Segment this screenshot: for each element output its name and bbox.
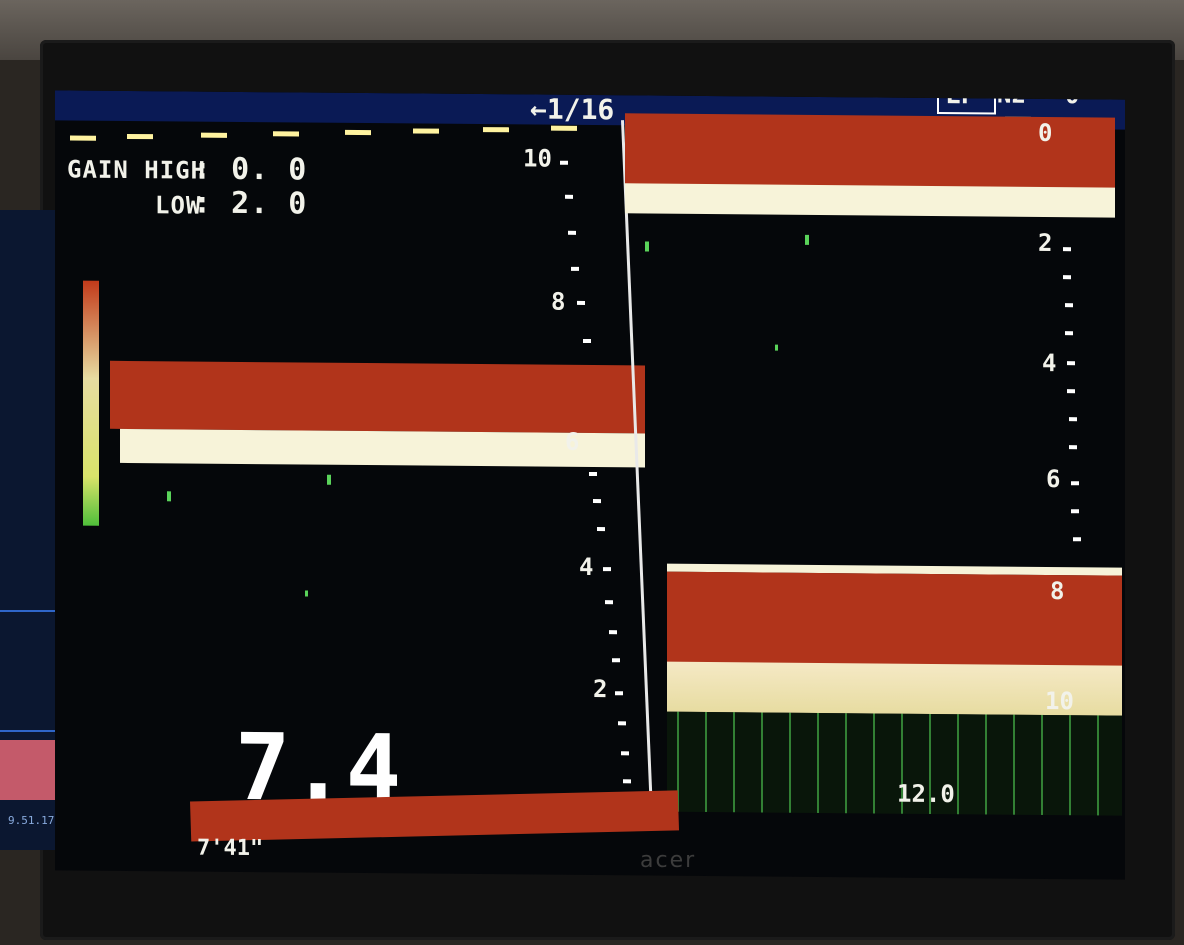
left-monitor-time: 9.51.17 (8, 814, 55, 827)
right-bottom-value: 12.0 (897, 779, 955, 809)
monitor-brand-logo: acer (640, 848, 697, 873)
gain-high-value: : 0. 0 (193, 151, 308, 188)
right-scale-label-4: 4 (1042, 348, 1057, 378)
left-seabed-red (110, 360, 645, 434)
left-scale-label-2: 2 (593, 675, 608, 704)
elapsed-time: 7'41" (197, 835, 264, 862)
zoom-indicator: ←1/16 (530, 92, 615, 127)
right-scale-label-10: 10 (1045, 686, 1074, 716)
echo-sounder-screen: ←1/16 LF N2 0 GAIN HIGH : 0. 0 LOW : 2. … (55, 90, 1125, 880)
right-scale-label-6: 6 (1046, 464, 1061, 494)
right-bottom-noise (667, 711, 1122, 816)
right-scale-label-2: 2 (1038, 228, 1053, 258)
gain-high-label: GAIN HIGH (67, 155, 207, 185)
right-scale-label-0: 0 (1038, 118, 1053, 148)
left-scale-label-8: 8 (551, 287, 566, 316)
panel-divider (621, 120, 654, 820)
left-scale-label-10: 10 (523, 144, 552, 173)
right-top-seabed-white (625, 183, 1115, 218)
right-scale-label-8: 8 (1050, 577, 1065, 606)
left-scale-label-6: 6 (565, 427, 580, 456)
gain-low-value: : 2. 0 (193, 185, 308, 222)
color-scale-bar (83, 280, 99, 526)
left-scale-label-4: 4 (579, 552, 594, 582)
